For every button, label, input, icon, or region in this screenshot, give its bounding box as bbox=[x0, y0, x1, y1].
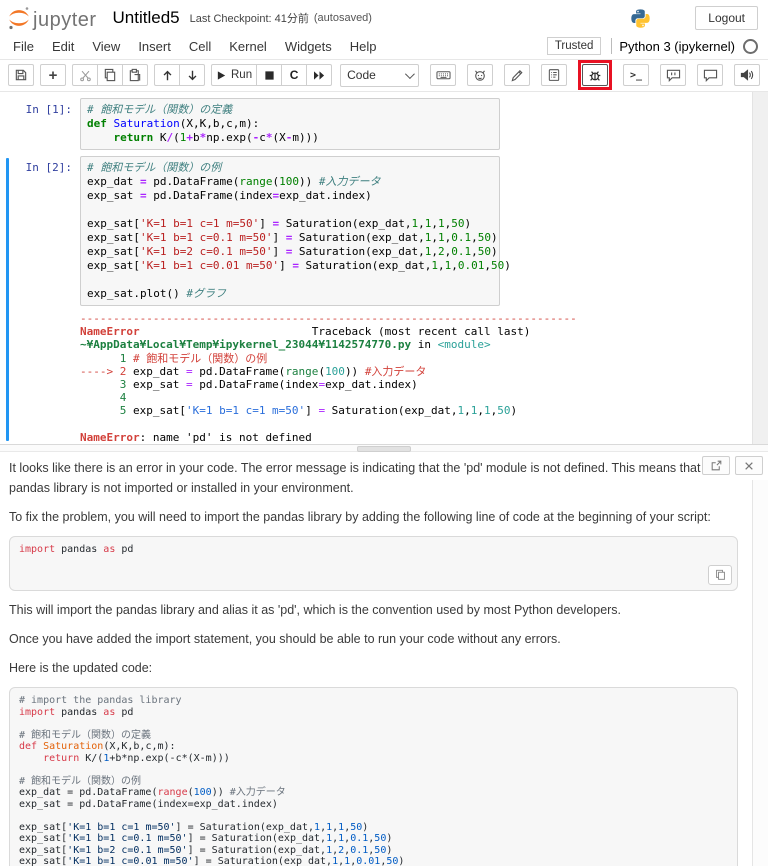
code-cell-2: In [2]: # 飽和モデル（関数）の例exp_dat = pd.DataFr… bbox=[0, 156, 768, 306]
arrow-up-icon bbox=[161, 69, 174, 82]
python-logo-icon bbox=[630, 8, 651, 29]
menu-help[interactable]: Help bbox=[341, 35, 386, 58]
command-palette-button[interactable] bbox=[430, 64, 456, 86]
close-pager-button[interactable] bbox=[735, 456, 763, 475]
bug-icon bbox=[588, 68, 602, 83]
notebook-scrollbar[interactable] bbox=[752, 92, 768, 444]
chat-bubble-icon bbox=[703, 68, 718, 82]
menu-insert[interactable]: Insert bbox=[129, 35, 180, 58]
assistant-paragraph-1: It looks like there is an error in your … bbox=[9, 458, 738, 498]
menu-widgets[interactable]: Widgets bbox=[276, 35, 341, 58]
add-cell-button[interactable]: + bbox=[40, 64, 66, 86]
menubar: File Edit View Insert Cell Kernel Widget… bbox=[0, 33, 768, 60]
cell-type-value: Code bbox=[347, 68, 376, 82]
paste-cell-button[interactable] bbox=[122, 64, 148, 86]
toolbar: + Run bbox=[0, 60, 768, 92]
trusted-badge[interactable]: Trusted bbox=[547, 37, 602, 55]
save-icon bbox=[14, 68, 28, 82]
selected-cell-indicator bbox=[6, 158, 9, 441]
nbextension-pen-button[interactable] bbox=[504, 64, 530, 86]
menu-cell[interactable]: Cell bbox=[180, 35, 220, 58]
menu-kernel[interactable]: Kernel bbox=[220, 35, 276, 58]
speaker-icon bbox=[740, 68, 755, 82]
copy-icon bbox=[715, 569, 726, 581]
import-code: import pandas as pd bbox=[19, 544, 728, 556]
notebook-title[interactable]: Untitled5 bbox=[113, 8, 180, 28]
robot-icon bbox=[473, 68, 487, 82]
kernel-name: Python 3 (ipykernel) bbox=[619, 39, 735, 54]
pager-scrollbar[interactable] bbox=[752, 480, 768, 866]
arrow-down-icon bbox=[186, 69, 199, 82]
assistant-panel: It looks like there is an error in your … bbox=[0, 452, 768, 866]
cell2-input[interactable]: # 飽和モデル（関数）の例exp_dat = pd.DataFrame(rang… bbox=[80, 156, 500, 306]
jupyter-logo[interactable]: jupyter bbox=[8, 6, 97, 30]
paste-icon bbox=[128, 68, 142, 82]
menu-file[interactable]: File bbox=[4, 35, 43, 58]
jupyter-logo-icon bbox=[8, 6, 30, 30]
menu-view[interactable]: View bbox=[83, 35, 129, 58]
cell2-prompt: In [2]: bbox=[0, 156, 80, 306]
chat-alert-button[interactable] bbox=[660, 64, 686, 86]
autosave-status: (autosaved) bbox=[314, 12, 372, 24]
restart-icon: C bbox=[290, 68, 299, 82]
notebook-area: In [1]: # 飽和モデル（関数）の定義def Saturation(X,K… bbox=[0, 92, 768, 444]
copy-code-button-1[interactable] bbox=[708, 565, 732, 585]
menubar-separator bbox=[611, 38, 612, 54]
stop-icon bbox=[264, 70, 275, 81]
document-icon bbox=[547, 68, 561, 82]
cell2-output: ----------------------------------------… bbox=[0, 312, 768, 444]
restart-run-all-button[interactable] bbox=[306, 64, 332, 86]
run-label: Run bbox=[231, 69, 252, 81]
plus-icon: + bbox=[49, 67, 58, 84]
import-code-block: import pandas as pd bbox=[9, 536, 738, 591]
speaker-button[interactable] bbox=[734, 64, 760, 86]
jupyter-notebook-app: jupyter Untitled5 Last Checkpoint: 41分前 … bbox=[0, 0, 768, 866]
cell1-prompt: In [1]: bbox=[0, 98, 80, 150]
nbextension-document-button[interactable] bbox=[541, 64, 567, 86]
annotation-highlight-box bbox=[578, 60, 612, 90]
checkpoint-status: Last Checkpoint: 41分前 bbox=[190, 10, 309, 26]
pane-divider[interactable] bbox=[0, 444, 768, 452]
copy-cell-button[interactable] bbox=[97, 64, 123, 86]
logout-button[interactable]: Logout bbox=[695, 6, 758, 30]
assistant-paragraph-2: To fix the problem, you will need to imp… bbox=[9, 507, 738, 527]
keyboard-icon bbox=[436, 68, 451, 82]
kernel-status-icon bbox=[743, 39, 758, 54]
cell-type-select[interactable]: Code bbox=[340, 64, 419, 87]
fast-forward-icon bbox=[313, 70, 326, 81]
move-cell-down-button[interactable] bbox=[179, 64, 205, 86]
terminal-icon: >_ bbox=[630, 70, 642, 81]
move-cell-up-button[interactable] bbox=[154, 64, 180, 86]
chat-alert-icon bbox=[666, 68, 681, 82]
close-icon bbox=[744, 461, 754, 471]
run-icon bbox=[216, 70, 227, 81]
restart-kernel-button[interactable]: C bbox=[281, 64, 307, 86]
jupyter-logo-text: jupyter bbox=[33, 10, 97, 30]
assistant-paragraph-4: Once you have added the import statement… bbox=[9, 629, 738, 649]
cut-cell-button[interactable] bbox=[72, 64, 98, 86]
updated-code: # import the pandas libraryimport pandas… bbox=[19, 695, 728, 866]
scissors-icon bbox=[79, 69, 92, 82]
nbextension-robot-button[interactable] bbox=[467, 64, 493, 86]
save-button[interactable] bbox=[8, 64, 34, 86]
code-cell-1: In [1]: # 飽和モデル（関数）の定義def Saturation(X,K… bbox=[0, 98, 768, 150]
copy-icon bbox=[103, 68, 117, 82]
terminal-button[interactable]: >_ bbox=[623, 64, 649, 86]
chat-button[interactable] bbox=[697, 64, 723, 86]
pen-icon bbox=[510, 68, 524, 82]
menu-edit[interactable]: Edit bbox=[43, 35, 83, 58]
interrupt-kernel-button[interactable] bbox=[256, 64, 282, 86]
error-traceback: ----------------------------------------… bbox=[80, 312, 577, 444]
cell1-input[interactable]: # 飽和モデル（関数）の定義def Saturation(X,K,b,c,m):… bbox=[80, 98, 500, 150]
assistant-paragraph-3: This will import the pandas library and … bbox=[9, 600, 738, 620]
updated-code-block: # import the pandas libraryimport pandas… bbox=[9, 687, 738, 866]
run-cell-button[interactable]: Run bbox=[211, 64, 257, 86]
open-external-icon bbox=[711, 460, 722, 471]
assistant-paragraph-5: Here is the updated code: bbox=[9, 658, 738, 678]
open-pager-external-button[interactable] bbox=[702, 456, 730, 475]
chevron-down-icon bbox=[405, 69, 415, 79]
header: jupyter Untitled5 Last Checkpoint: 41分前 … bbox=[0, 0, 768, 33]
debugger-button[interactable] bbox=[582, 64, 608, 86]
